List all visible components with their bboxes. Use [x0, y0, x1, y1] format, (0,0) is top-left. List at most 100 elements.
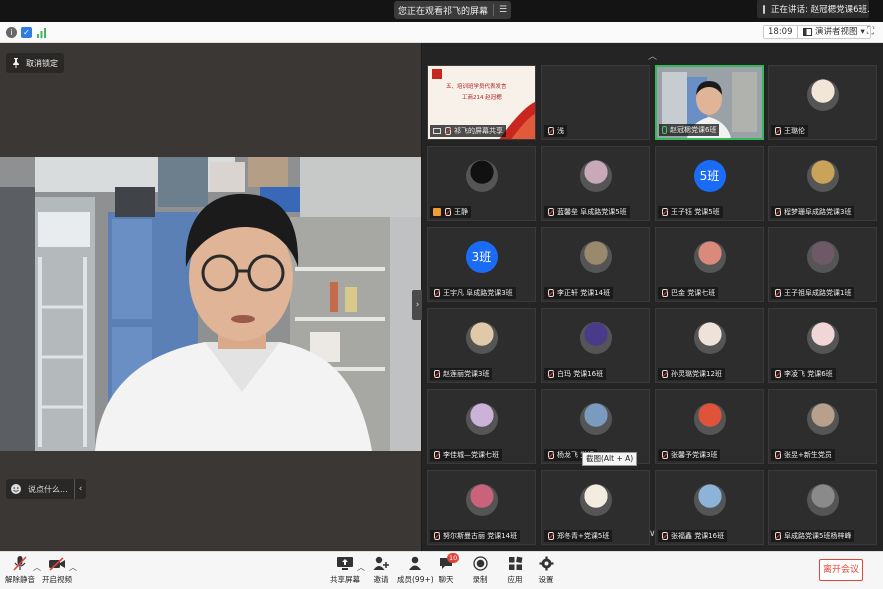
gear-icon	[539, 556, 553, 571]
start-video-button[interactable]: 开启视频	[42, 555, 72, 585]
video-options-caret[interactable]: ︿	[69, 562, 77, 573]
shield-icon[interactable]: ✓	[21, 27, 32, 38]
participant-tile[interactable]: 3班王宇凡 阜成路党课3班	[427, 227, 536, 302]
mic-muted-icon	[774, 127, 781, 135]
audio-options-caret[interactable]: ︿	[33, 562, 41, 573]
avatar	[693, 241, 726, 273]
participant-tile[interactable]: 李正轩 党课14班	[541, 227, 650, 302]
info-icon[interactable]: i	[6, 27, 17, 38]
top-bar: 您正在观看祁飞的屏幕 ☰ 正在讲话: 赵冠楒党课6班...	[0, 0, 883, 22]
participant-name-tag: 蓝馨垒 阜成路党课5班	[544, 206, 630, 218]
participant-tile[interactable]: 蓝馨垒 阜成路党课5班	[541, 146, 650, 221]
avatar	[579, 403, 612, 435]
leave-meeting-button[interactable]: 离开会议	[819, 559, 863, 581]
participant-tile[interactable]: 赵莲丽党课3班	[427, 308, 536, 383]
participant-tile[interactable]: 孙灵璐党课12班	[655, 308, 764, 383]
invite-button[interactable]: 邀请	[371, 555, 391, 585]
chevron-left-icon[interactable]: ‹	[74, 479, 86, 499]
slide-title: 五、培训班学员代表发言	[446, 84, 507, 90]
emoji-icon	[11, 484, 21, 494]
share-menu-icon[interactable]: ☰	[499, 5, 507, 15]
unmute-button[interactable]: 解除静音	[5, 555, 35, 585]
participant-tile[interactable]: 程梦珊阜成路党课3班	[768, 146, 877, 221]
unmute-label: 解除静音	[5, 575, 35, 584]
record-button[interactable]: 录制	[470, 555, 490, 585]
bottom-toolbar: 解除静音 ︿ 开启视频 ︿ 共享屏幕 ︿ 邀请 成员(99+) 10 聊天 录制…	[0, 551, 883, 589]
avatar-badge: 3班	[465, 241, 498, 273]
share-screen-label: 共享屏幕	[330, 575, 360, 584]
chat-input[interactable]: 说点什么... ‹	[6, 479, 86, 499]
unpin-button[interactable]: 取消锁定	[6, 53, 64, 73]
participant-tile[interactable]: 巴金 党课七班	[655, 227, 764, 302]
members-label: 成员(99+)	[397, 575, 434, 584]
mic-muted-icon	[433, 451, 440, 459]
participant-tile[interactable]: 王静	[427, 146, 536, 221]
apps-button[interactable]: 应用	[505, 555, 525, 585]
participant-tile[interactable]: 5班 王子钰 党课5班	[655, 146, 764, 221]
participant-name-tag: 张福鑫 党课16班	[658, 530, 728, 542]
participant-name-tag: 张馨予党课3班	[658, 449, 721, 461]
mic-muted-icon	[547, 289, 554, 297]
mic-muted-icon	[774, 289, 781, 297]
participant-name-tag: 阜成路党课5班杨梓峰	[771, 530, 855, 542]
participant-name: 李凌飞 党课6班	[784, 370, 833, 378]
share-options-caret[interactable]: ︿	[357, 562, 365, 573]
pin-icon	[13, 58, 19, 68]
unpin-label: 取消锁定	[26, 58, 58, 68]
participant-tile[interactable]: 李凌飞 党课6班	[768, 308, 877, 383]
chat-button[interactable]: 10 聊天	[436, 553, 460, 585]
mic-muted-icon	[661, 208, 668, 216]
settings-button[interactable]: 设置	[536, 555, 556, 585]
participant-name: 王静	[454, 208, 468, 216]
participant-tile[interactable]: 浅	[541, 65, 650, 140]
screen-share-status[interactable]: 您正在观看祁飞的屏幕 ☰	[394, 1, 512, 19]
mic-muted-icon	[774, 532, 781, 540]
avatar	[806, 241, 839, 273]
user-icon	[433, 208, 441, 216]
participant-name-tag: 白玛 党课16班	[544, 368, 607, 380]
participant-tile[interactable]: 赵冠楒党课6班	[655, 65, 764, 140]
participant-tile[interactable]: 阜成路党课5班杨梓峰	[768, 470, 877, 545]
mic-muted-icon	[547, 451, 554, 459]
participant-tile[interactable]: 李佳城—党课七班	[427, 389, 536, 464]
mic-muted-icon	[444, 208, 451, 216]
participant-tile[interactable]: 张馨予党课3班	[655, 389, 764, 464]
avatar	[806, 403, 839, 435]
participant-tile[interactable]: 努尔斯曼古丽 党课14班	[427, 470, 536, 545]
participant-name-tag: 赵莲丽党课3班	[430, 368, 493, 380]
signal-icon[interactable]	[36, 27, 47, 38]
participant-name-tag: 王宇凡 阜成路党课3班	[430, 287, 516, 299]
share-screen-button[interactable]: 共享屏幕	[330, 555, 360, 585]
avatar	[806, 484, 839, 516]
scroll-down-icon[interactable]: ∨	[649, 529, 656, 539]
avatar	[465, 160, 498, 192]
members-button[interactable]: 成员(99+)	[397, 555, 434, 585]
participant-name-tag: 李正轩 党课14班	[544, 287, 614, 299]
active-speaker-indicator: 正在讲话: 赵冠楒党课6班...	[757, 0, 869, 18]
participant-name: 浅	[557, 127, 564, 135]
participant-name-tag: 郑冬青+党课5班	[544, 530, 613, 542]
fullscreen-icon[interactable]: ⛶	[864, 25, 877, 38]
view-mode-button[interactable]: 演讲者视图 ▾	[797, 25, 871, 39]
participant-name-tag: 孙灵璐党课12班	[658, 368, 725, 380]
participant-tile[interactable]: 郑冬青+党课5班	[541, 470, 650, 545]
avatar	[693, 322, 726, 354]
invite-label: 邀请	[373, 575, 389, 584]
participant-name: 孙灵璐党课12班	[671, 370, 722, 378]
participant-tile[interactable]: 五、培训班学员代表发言 工商214 赵冠楒 祁飞的屏幕共享	[427, 65, 536, 140]
avatar	[579, 241, 612, 273]
scroll-up-icon[interactable]: ︿	[648, 49, 657, 62]
participant-tile[interactable]: 张福鑫 党课16班	[655, 470, 764, 545]
mic-muted-icon	[547, 370, 554, 378]
view-mode-label: 演讲者视图	[815, 27, 858, 37]
avatar	[693, 403, 726, 435]
participant-name: 张福鑫 党课16班	[671, 532, 725, 540]
participant-tile[interactable]: 王璐伦	[768, 65, 877, 140]
mic-muted-icon	[661, 532, 668, 540]
participant-name-tag: 程梦珊阜成路党课3班	[771, 206, 855, 218]
mic-muted-icon	[661, 370, 668, 378]
participant-tile[interactable]: 张昱+新生党员	[768, 389, 877, 464]
participant-tile[interactable]: 王子祖阜成路党课1班	[768, 227, 877, 302]
participant-name: 白玛 党课16班	[557, 370, 604, 378]
participant-tile[interactable]: 白玛 党课16班	[541, 308, 650, 383]
